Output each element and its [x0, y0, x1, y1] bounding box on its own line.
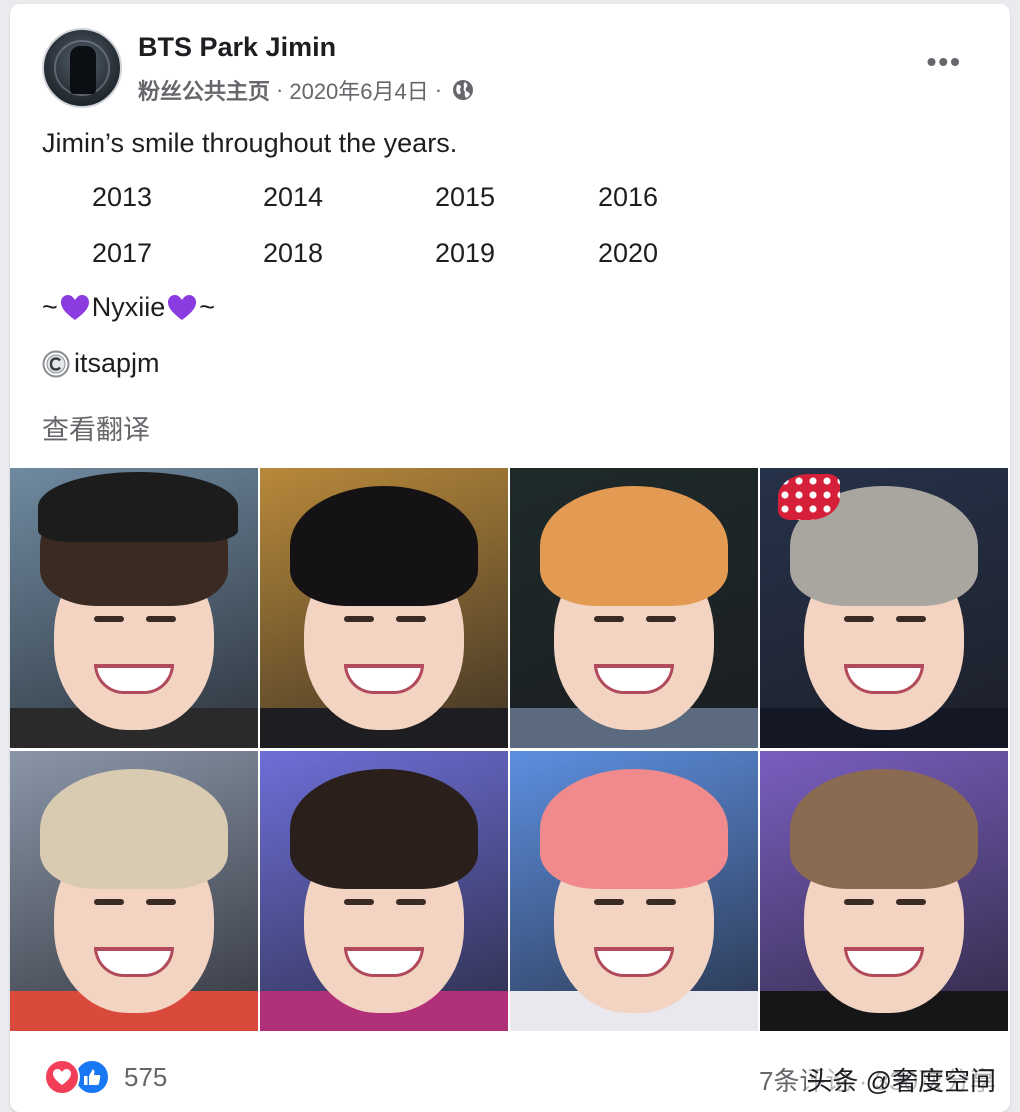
- post-card: BTS Park Jimin 粉丝公共主页 · 2020年6月4日 · ••• …: [10, 4, 1010, 1112]
- signature-name: Nyxiie: [91, 292, 166, 322]
- photo-eye: [594, 616, 624, 622]
- more-options-icon[interactable]: •••: [927, 46, 962, 78]
- photo-hair: [40, 769, 228, 889]
- photo-eye: [646, 616, 676, 622]
- post-meta: 粉丝公共主页 · 2020年6月4日 ·: [138, 74, 474, 106]
- post-text: Jimin’s smile throughout the years.: [42, 128, 458, 158]
- hair-bow-icon: [778, 474, 840, 520]
- signature: ~ Nyxiie ~: [42, 292, 215, 323]
- meta-separator-2: ·: [434, 77, 443, 102]
- photo-eye: [94, 899, 124, 905]
- signature-suffix: ~: [199, 292, 216, 322]
- photo-hair: [290, 769, 478, 889]
- photo-eye: [94, 616, 124, 622]
- photo-grid: [10, 468, 1010, 1031]
- credit-handle: itsapjm: [74, 348, 160, 378]
- year-label: 2018: [263, 238, 324, 268]
- post-date-link[interactable]: 2020年6月4日: [289, 74, 428, 106]
- page-name-link[interactable]: BTS Park Jimin: [138, 32, 336, 63]
- year-label: 2013: [92, 182, 153, 212]
- photo-eye: [896, 899, 926, 905]
- year-label: 2020: [598, 238, 659, 268]
- copyright-icon: [42, 350, 70, 377]
- post-footer: 575 7条评论 · 330次分享 头条 @奢度空间: [10, 1031, 1010, 1112]
- photo-tile[interactable]: [260, 751, 508, 1031]
- photo-eye: [146, 616, 176, 622]
- photo-eye: [646, 899, 676, 905]
- photo-tile[interactable]: [260, 468, 508, 748]
- year-label: 2015: [435, 182, 496, 212]
- photo-eye: [396, 899, 426, 905]
- see-translation-link[interactable]: 查看翻译: [42, 408, 150, 447]
- page-type: 粉丝公共主页: [138, 79, 271, 104]
- page-avatar[interactable]: [42, 28, 122, 108]
- photo-tile[interactable]: [510, 468, 758, 748]
- avatar-figure: [70, 46, 96, 94]
- photo-hair: [790, 769, 978, 889]
- love-reaction-icon: [44, 1059, 80, 1095]
- photo-hair: [540, 769, 728, 889]
- photo-tile[interactable]: [760, 751, 1008, 1031]
- purple-heart-icon: [60, 294, 89, 320]
- reaction-count: 575: [124, 1061, 168, 1092]
- photo-eye: [396, 616, 426, 622]
- photo-hair: [290, 486, 478, 606]
- photo-eye: [896, 616, 926, 622]
- photo-eye: [344, 899, 374, 905]
- photo-eye: [844, 899, 874, 905]
- photo-hair: [540, 486, 728, 606]
- year-label: 2017: [92, 238, 153, 268]
- photo-credit: itsapjm: [42, 348, 160, 379]
- cap-icon: [38, 472, 238, 542]
- photo-eye: [594, 899, 624, 905]
- photo-eye: [844, 616, 874, 622]
- meta-separator: ·: [276, 77, 284, 102]
- purple-heart-icon: [168, 294, 197, 320]
- photo-tile[interactable]: [10, 468, 258, 748]
- reactions-summary[interactable]: 575: [44, 1059, 167, 1095]
- photo-eye: [344, 616, 374, 622]
- year-label: 2019: [435, 238, 496, 268]
- photo-tile[interactable]: [760, 468, 1008, 748]
- source-watermark: 头条 @奢度空间: [806, 1061, 996, 1098]
- signature-prefix: ~: [42, 292, 58, 322]
- year-label: 2014: [263, 182, 324, 212]
- year-label: 2016: [598, 182, 659, 212]
- photo-eye: [146, 899, 176, 905]
- photo-tile[interactable]: [510, 751, 758, 1031]
- globe-icon: [453, 80, 474, 100]
- photo-tile[interactable]: [10, 751, 258, 1031]
